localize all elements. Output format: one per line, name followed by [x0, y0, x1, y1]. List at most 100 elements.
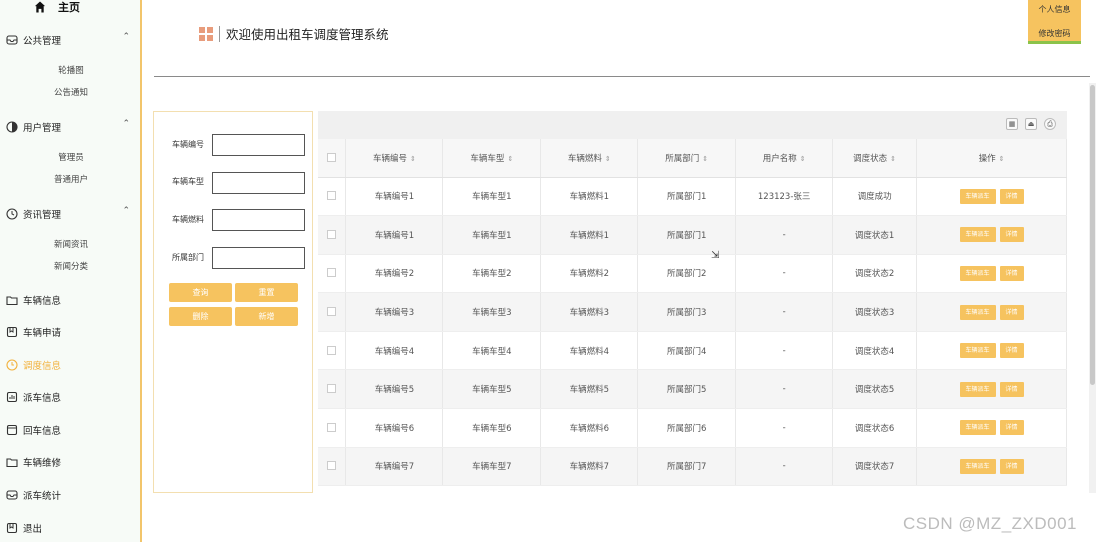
- dispatch-car-button[interactable]: 车辆派车: [959, 188, 996, 204]
- table-cell: -: [735, 215, 834, 255]
- row-checkbox[interactable]: [327, 229, 337, 239]
- sidebar-item-logout[interactable]: 退出: [6, 520, 42, 536]
- table-header-row: 车辆编号 ⇕ 车辆车型 ⇕ 车辆燃料 ⇕ 所属部门 ⇕ 用户名称 ⇕ 调度状态 ⇕ 操作 ⇕: [318, 139, 1067, 178]
- detail-button[interactable]: 详情: [999, 343, 1024, 359]
- column-header[interactable]: 车辆车型 ⇕: [442, 139, 542, 178]
- sidebar-item-news-category[interactable]: 新闻分类: [0, 260, 142, 272]
- row-checkbox[interactable]: [327, 307, 337, 317]
- column-header[interactable]: 车辆燃料 ⇕: [540, 139, 639, 178]
- row-checkbox[interactable]: [327, 268, 337, 278]
- folder-icon: [6, 458, 18, 468]
- field-label-department: 所属部门: [172, 253, 204, 262]
- vehicle-no-input[interactable]: [212, 134, 305, 156]
- detail-button[interactable]: 详情: [999, 265, 1024, 281]
- sidebar-item-dispatch-stats[interactable]: 派车统计: [6, 487, 61, 503]
- table-cell: 调度成功: [832, 177, 918, 217]
- sidebar-item-vehicle-info[interactable]: 车辆信息: [6, 292, 61, 308]
- row-checkbox[interactable]: [327, 345, 337, 355]
- field-label-vehicle-type: 车辆车型: [172, 177, 204, 186]
- sidebar-item-dispatch-car[interactable]: 派车信息: [6, 389, 61, 405]
- home-icon: [34, 1, 46, 13]
- row-checkbox[interactable]: [327, 461, 337, 471]
- sort-icon: ⇕: [702, 154, 709, 163]
- sidebar-item-dispatch-info[interactable]: 调度信息: [6, 357, 61, 373]
- dispatch-car-button[interactable]: 车辆派车: [959, 265, 996, 281]
- column-header[interactable]: 用户名称 ⇕: [735, 139, 834, 178]
- query-button[interactable]: 查询: [169, 283, 232, 302]
- detail-button[interactable]: 详情: [999, 458, 1024, 474]
- column-header[interactable]: 操作 ⇕: [916, 139, 1067, 178]
- columns-icon[interactable]: ▦: [1006, 118, 1018, 130]
- sidebar-item-label: 退出: [23, 524, 43, 535]
- change-password-link[interactable]: 修改密码: [1028, 28, 1081, 39]
- detail-button[interactable]: 详情: [999, 381, 1024, 397]
- table-cell: -: [735, 292, 834, 332]
- table-cell: 车辆车型1: [442, 177, 542, 217]
- menu-group-users[interactable]: 用户管理 ⌃: [6, 119, 136, 135]
- row-select-cell: [318, 254, 347, 294]
- sidebar-item-vehicle-repair[interactable]: 车辆维修: [6, 454, 61, 470]
- clock-icon: [6, 208, 18, 220]
- table-cell: 车辆车型6: [442, 408, 542, 448]
- detail-button[interactable]: 详情: [999, 227, 1024, 243]
- dispatch-car-button[interactable]: 车辆派车: [959, 304, 996, 320]
- department-input[interactable]: [212, 247, 305, 269]
- sidebar-item-notice[interactable]: 公告通知: [0, 86, 142, 98]
- sidebar-item-admin[interactable]: 管理员: [0, 151, 142, 163]
- table-cell: -: [735, 408, 834, 448]
- operations-cell: 车辆派车 详情: [916, 215, 1067, 255]
- menu-group-public[interactable]: 公共管理 ⌃: [6, 32, 136, 48]
- chart-icon: [6, 391, 18, 403]
- row-checkbox[interactable]: [327, 422, 337, 432]
- column-header[interactable]: 车辆编号 ⇕: [345, 139, 444, 178]
- table-cell: 所属部门1: [637, 177, 737, 217]
- table-cell: 车辆编号5: [345, 369, 444, 410]
- export-icon[interactable]: ⏏: [1025, 118, 1037, 130]
- timer-icon: [6, 359, 18, 371]
- dispatch-car-button[interactable]: 车辆派车: [959, 420, 996, 436]
- vehicle-type-input[interactable]: [212, 172, 305, 194]
- sidebar-item-return-info[interactable]: 回车信息: [6, 422, 61, 438]
- sidebar-item-carousel[interactable]: 轮播图: [0, 64, 142, 76]
- row-select-cell: [318, 331, 347, 371]
- column-header[interactable]: 调度状态 ⇕: [832, 139, 918, 178]
- sidebar-item-news[interactable]: 新闻资讯: [0, 238, 142, 250]
- sidebar-item-vehicle-apply[interactable]: 车辆申请: [6, 324, 61, 340]
- row-checkbox[interactable]: [327, 191, 337, 201]
- select-all-checkbox[interactable]: [327, 152, 337, 162]
- delete-button[interactable]: 删除: [169, 307, 232, 326]
- detail-button[interactable]: 详情: [999, 304, 1024, 320]
- scrollbar-thumb[interactable]: [1090, 85, 1095, 385]
- dispatch-car-button[interactable]: 车辆派车: [959, 227, 996, 243]
- table-row: 车辆编号7 车辆车型7 车辆燃料7 所属部门7- 调度状态7 车辆派车 详情: [318, 447, 1067, 487]
- dispatch-car-button[interactable]: 车辆派车: [959, 381, 996, 397]
- sidebar-home[interactable]: 主页: [34, 0, 80, 14]
- detail-button[interactable]: 详情: [999, 420, 1024, 436]
- page-scrollbar[interactable]: [1089, 83, 1096, 493]
- column-header[interactable]: 所属部门 ⇕: [637, 139, 737, 178]
- table-cell: 车辆车型5: [442, 369, 542, 410]
- table-row: 车辆编号4 车辆车型4 车辆燃料4 所属部门4- 调度状态4 车辆派车 详情: [318, 331, 1067, 371]
- user-menu: 个人信息 修改密码: [1028, 0, 1081, 44]
- page-header: 欢迎使用出租车调度管理系统: [199, 24, 389, 43]
- table-cell: 车辆燃料1: [540, 177, 639, 217]
- menu-group-news[interactable]: 资讯管理 ⌃: [6, 206, 136, 222]
- vehicle-fuel-input[interactable]: [212, 209, 305, 231]
- table-cell: 车辆燃料1: [540, 215, 639, 255]
- table-cell: 车辆燃料2: [540, 254, 639, 294]
- select-all-cell: [318, 139, 347, 178]
- bookmark-icon: [6, 326, 18, 338]
- table-cell: 所属部门4: [637, 331, 737, 371]
- dispatch-car-button[interactable]: 车辆派车: [959, 458, 996, 474]
- row-checkbox[interactable]: [327, 384, 337, 394]
- print-icon[interactable]: ⎙: [1044, 118, 1056, 130]
- browser-icon: [6, 424, 18, 436]
- sidebar-item-normal-user[interactable]: 普通用户: [0, 173, 142, 185]
- add-button[interactable]: 新增: [235, 307, 298, 326]
- home-label: 主页: [58, 1, 80, 14]
- dispatch-car-button[interactable]: 车辆派车: [959, 343, 996, 359]
- reset-button[interactable]: 重置: [235, 283, 298, 302]
- table-cell: 调度状态2: [832, 254, 918, 294]
- detail-button[interactable]: 详情: [999, 188, 1024, 204]
- profile-link[interactable]: 个人信息: [1028, 4, 1081, 15]
